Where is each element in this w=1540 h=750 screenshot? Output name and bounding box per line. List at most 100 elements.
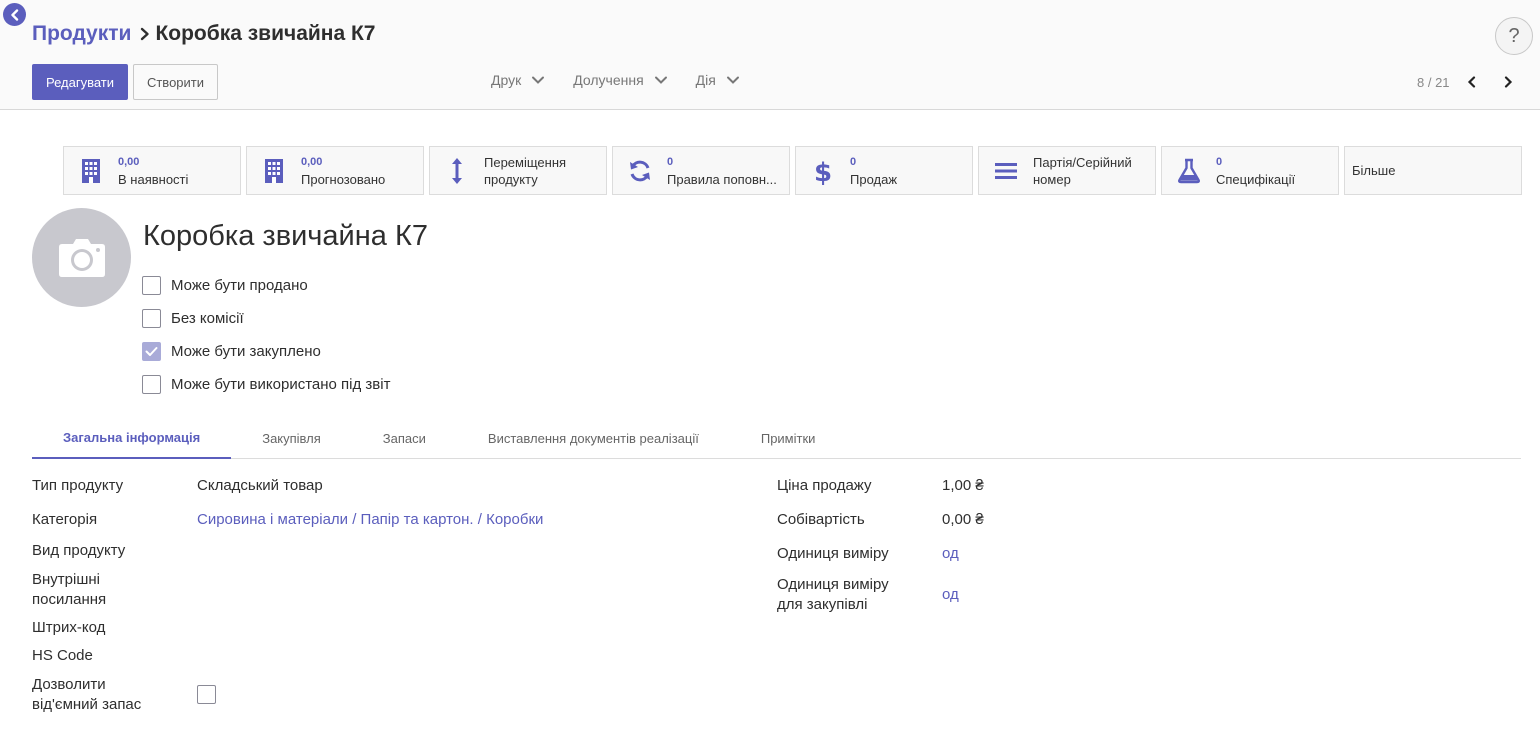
uom-label: Одиниця виміру <box>777 545 889 562</box>
purchase-uom-label-line2: для закупівлі <box>777 596 868 613</box>
dollar-icon: $ <box>796 156 850 186</box>
action-dropdown-label: Дія <box>695 72 716 88</box>
cost-value[interactable]: 0,00 ₴ <box>942 510 984 530</box>
pager-previous-button[interactable] <box>1462 72 1482 92</box>
help-button[interactable]: ? <box>1495 17 1533 55</box>
tab-notes[interactable]: Примітки <box>730 418 847 459</box>
no-commission-label: Без комісії <box>171 310 244 327</box>
can-be-expensed-checkbox[interactable] <box>142 375 161 394</box>
smart-button-on-hand[interactable]: 0,00 В наявності <box>63 146 241 195</box>
attachments-dropdown-label: Долучення <box>573 72 644 88</box>
sales-label: Продаж <box>850 171 898 187</box>
forecasted-label: Прогнозовано <box>301 171 386 187</box>
category-link[interactable]: Сировина і матеріали / Папір та картон. … <box>197 510 543 530</box>
edit-button[interactable]: Редагувати <box>32 64 128 100</box>
smart-button-more[interactable]: Більше <box>1344 146 1522 195</box>
negative-stock-label: Дозволити від'ємний запас <box>32 675 141 715</box>
print-dropdown[interactable]: Друк <box>491 72 545 88</box>
purchase-uom-link[interactable]: од <box>942 585 959 605</box>
lots-serials-label-line2: номер <box>1033 171 1071 187</box>
smart-button-lots-serials[interactable]: Партія/Серійний номер <box>978 146 1156 195</box>
check-icon <box>145 347 158 356</box>
product-flags: Може бути продано Без комісії Може бути … <box>142 269 390 401</box>
bom-label: Специфікації <box>1216 171 1296 187</box>
breadcrumb: Продукти Коробка звичайна К7 <box>32 22 375 46</box>
product-kind-label: Вид продукту <box>32 542 126 559</box>
sale-price-label: Ціна продажу <box>777 477 872 494</box>
product-moves-label-line2: продукту <box>484 171 538 187</box>
sale-price-value[interactable]: 1,00 ₴ <box>942 476 984 496</box>
chevron-left-icon <box>10 8 18 21</box>
chevron-down-icon <box>726 76 739 84</box>
product-type-value[interactable]: Складський товар <box>197 476 323 496</box>
smart-buttons: 0,00 В наявності 0,00 Прогнозовано Перем… <box>63 146 1522 195</box>
no-commission-checkbox[interactable] <box>142 309 161 328</box>
negative-stock-checkbox[interactable] <box>197 685 216 704</box>
purchase-uom-label-line1: Одиниця виміру <box>777 576 889 593</box>
category-label: Категорія <box>32 511 98 528</box>
chevron-left-icon <box>1467 76 1475 88</box>
can-be-expensed-label: Може бути використано під звіт <box>171 376 391 393</box>
internal-reference-label: Внутрішні посилання <box>32 570 106 610</box>
notebook-tabs: Загальна інформація Закупівля Запаси Вис… <box>32 418 1521 459</box>
can-be-purchased-checkbox[interactable] <box>142 342 161 361</box>
building-icon <box>64 158 118 184</box>
building-icon <box>247 158 301 184</box>
can-be-purchased-label: Може бути закуплено <box>171 343 321 360</box>
smart-button-sales[interactable]: $ 0 Продаж <box>795 146 973 195</box>
chevron-down-icon <box>532 76 545 84</box>
breadcrumb-products-link[interactable]: Продукти <box>32 22 131 46</box>
tab-general-info[interactable]: Загальна інформація <box>32 418 232 459</box>
pager-next-button[interactable] <box>1498 72 1518 92</box>
refresh-icon <box>613 159 667 183</box>
sales-value: 0 <box>850 155 857 168</box>
svg-text:$: $ <box>814 158 832 186</box>
smart-button-forecasted[interactable]: 0,00 Прогнозовано <box>246 146 424 195</box>
uom-link[interactable]: од <box>942 544 959 564</box>
product-image[interactable] <box>32 208 131 307</box>
replenish-rules-value: 0 <box>667 155 674 168</box>
negative-stock-label-line2: від'ємний запас <box>32 696 142 713</box>
breadcrumb-current: Коробка звичайна К7 <box>155 22 376 45</box>
back-button[interactable] <box>3 3 26 26</box>
internal-reference-label-line2: посилання <box>32 591 107 608</box>
can-be-sold-label: Може бути продано <box>171 277 308 294</box>
action-dropdown[interactable]: Дія <box>696 72 740 88</box>
chevron-down-icon <box>654 76 667 84</box>
smart-button-bom[interactable]: 0 Специфікації <box>1161 146 1339 195</box>
product-name[interactable]: Коробка звичайна К7 <box>143 220 428 253</box>
pager: 8 / 21 <box>1417 72 1518 92</box>
purchase-uom-label: Одиниця виміру для закупівлі <box>777 575 889 615</box>
barcode-label: Штрих-код <box>32 619 106 636</box>
can-be-expensed-option[interactable]: Може бути використано під звіт <box>142 368 390 401</box>
internal-reference-label-line1: Внутрішні <box>32 571 100 588</box>
action-dropdowns: Друк Долучення Дія <box>491 72 740 88</box>
smart-button-replenish-rules[interactable]: 0 Правила поповн... <box>612 146 790 195</box>
on-hand-value: 0,00 <box>118 155 140 168</box>
forecasted-value: 0,00 <box>301 155 323 168</box>
smart-button-product-moves[interactable]: Переміщення продукту <box>429 146 607 195</box>
tab-inventory[interactable]: Запаси <box>352 418 457 459</box>
negative-stock-label-line1: Дозволити <box>32 676 106 693</box>
tab-purchase[interactable]: Закупівля <box>231 418 352 459</box>
print-dropdown-label: Друк <box>491 72 522 88</box>
lots-serials-label-line1: Партія/Серійний <box>1033 154 1132 170</box>
bom-value: 0 <box>1216 155 1223 168</box>
create-button[interactable]: Створити <box>133 64 218 100</box>
camera-icon <box>58 238 105 277</box>
can-be-sold-option[interactable]: Може бути продано <box>142 269 390 302</box>
attachments-dropdown[interactable]: Долучення <box>573 72 667 88</box>
chevron-right-icon <box>1504 76 1512 88</box>
tab-invoicing[interactable]: Виставлення документів реалізації <box>457 418 730 459</box>
pager-value[interactable]: 8 / 21 <box>1417 75 1450 90</box>
can-be-sold-checkbox[interactable] <box>142 276 161 295</box>
chevron-right-icon <box>139 27 151 41</box>
no-commission-option[interactable]: Без комісії <box>142 302 390 335</box>
can-be-purchased-option[interactable]: Може бути закуплено <box>142 335 390 368</box>
more-label: Більше <box>1352 163 1396 178</box>
control-panel: Продукти Коробка звичайна К7 ? Редагуват… <box>0 0 1540 110</box>
hs-code-label: HS Code <box>32 647 93 664</box>
product-moves-label-line1: Переміщення <box>484 154 567 170</box>
cost-label: Собівартість <box>777 511 865 528</box>
product-type-label: Тип продукту <box>32 477 124 494</box>
